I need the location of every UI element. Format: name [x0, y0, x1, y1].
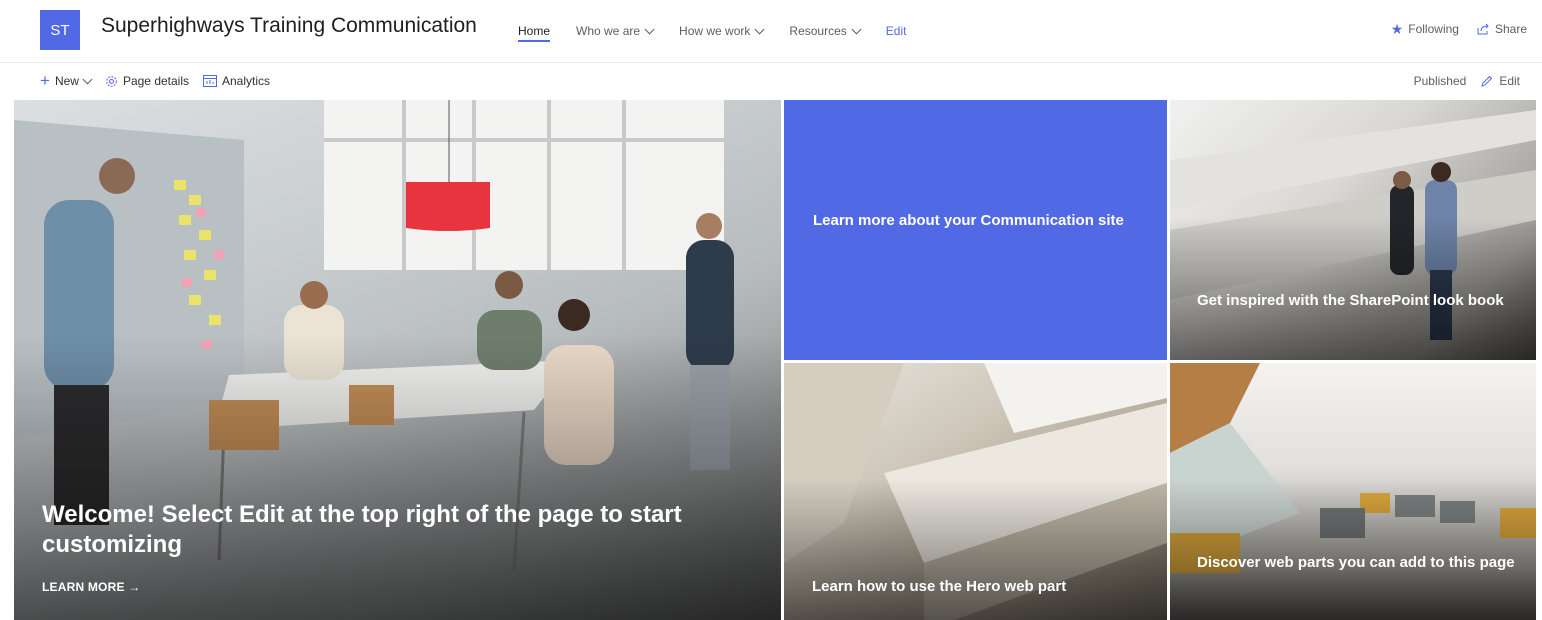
edit-page-button[interactable]: Edit: [1480, 74, 1520, 88]
publish-status: Published: [1413, 74, 1467, 88]
command-bar-left: + New Page details Analytics: [40, 71, 270, 90]
plus-icon: +: [40, 71, 50, 90]
new-label: New: [54, 74, 79, 88]
nav-item-label: Home: [518, 24, 551, 38]
pencil-icon: [1481, 75, 1493, 87]
hero-tile-hero-web-part[interactable]: Learn how to use the Hero web part: [784, 363, 1167, 620]
caption-shade: [1170, 478, 1536, 620]
analytics-button[interactable]: Analytics: [203, 74, 270, 88]
nav-item-who-we-are[interactable]: Who we are: [576, 19, 655, 43]
site-logo[interactable]: ST: [40, 10, 80, 50]
site-header: ST Superhighways Training Communication …: [0, 0, 1542, 62]
site-logo-initials: ST: [50, 21, 70, 39]
nav-item-resources[interactable]: Resources: [789, 19, 862, 43]
hero-tile-communication-site[interactable]: Learn more about your Communication site: [784, 100, 1167, 360]
star-icon: ★: [1390, 21, 1404, 37]
hero-tile-look-book[interactable]: Get inspired with the SharePoint look bo…: [1170, 100, 1536, 360]
share-button[interactable]: Share: [1477, 22, 1527, 36]
nav-item-label: Edit: [885, 24, 907, 38]
page-details-label: Page details: [122, 74, 189, 88]
hero-web-part: Welcome! Select Edit at the top right of…: [14, 100, 1536, 620]
header-actions: ★ Following Share: [1391, 22, 1527, 36]
gear-icon: [106, 75, 117, 87]
chevron-down-icon: [82, 74, 93, 84]
command-bar: + New Page details Analytics Published E…: [0, 62, 1542, 100]
site-title[interactable]: Superhighways Training Communication: [101, 14, 477, 38]
nav-item-how-we-work[interactable]: How we work: [679, 19, 765, 43]
chevron-down-icon: [851, 24, 862, 34]
new-button[interactable]: + New: [40, 71, 93, 90]
chevron-down-icon: [644, 24, 655, 34]
analytics-icon: [203, 75, 217, 87]
hero-tile-caption: Get inspired with the SharePoint look bo…: [1197, 292, 1504, 309]
share-label: Share: [1494, 22, 1527, 36]
nav-item-label: Resources: [789, 24, 847, 38]
nav-edit-link[interactable]: Edit: [886, 19, 907, 43]
hero-tile-web-parts[interactable]: Discover web parts you can add to this p…: [1170, 363, 1536, 620]
command-bar-right: Published Edit: [1414, 74, 1520, 88]
following-label: Following: [1408, 22, 1459, 36]
nav-item-label: How we work: [679, 24, 751, 38]
hero-tile-caption: Discover web parts you can add to this p…: [1197, 554, 1515, 571]
edit-label: Edit: [1499, 74, 1520, 88]
top-navigation: Home Who we are How we work Resources Ed…: [518, 19, 932, 43]
hero-main-caption: Welcome! Select Edit at the top right of…: [42, 501, 682, 558]
caption-shade: [784, 478, 1167, 620]
chevron-down-icon: [754, 24, 765, 34]
hero-tile-main[interactable]: Welcome! Select Edit at the top right of…: [14, 100, 781, 620]
nav-item-home[interactable]: Home: [518, 19, 551, 43]
analytics-label: Analytics: [222, 74, 271, 88]
hero-tile-caption: Learn more about your Communication site: [813, 212, 1124, 229]
hero-tile-caption: Learn how to use the Hero web part: [812, 578, 1067, 595]
caption-shade: [14, 334, 781, 620]
share-icon: [1477, 23, 1489, 35]
caption-shade: [1170, 217, 1536, 360]
learn-more-link[interactable]: LEARN MORE →: [42, 580, 140, 594]
page-details-button[interactable]: Page details: [105, 74, 189, 88]
nav-item-label: Who we are: [576, 24, 641, 38]
following-button[interactable]: ★ Following: [1391, 22, 1459, 36]
